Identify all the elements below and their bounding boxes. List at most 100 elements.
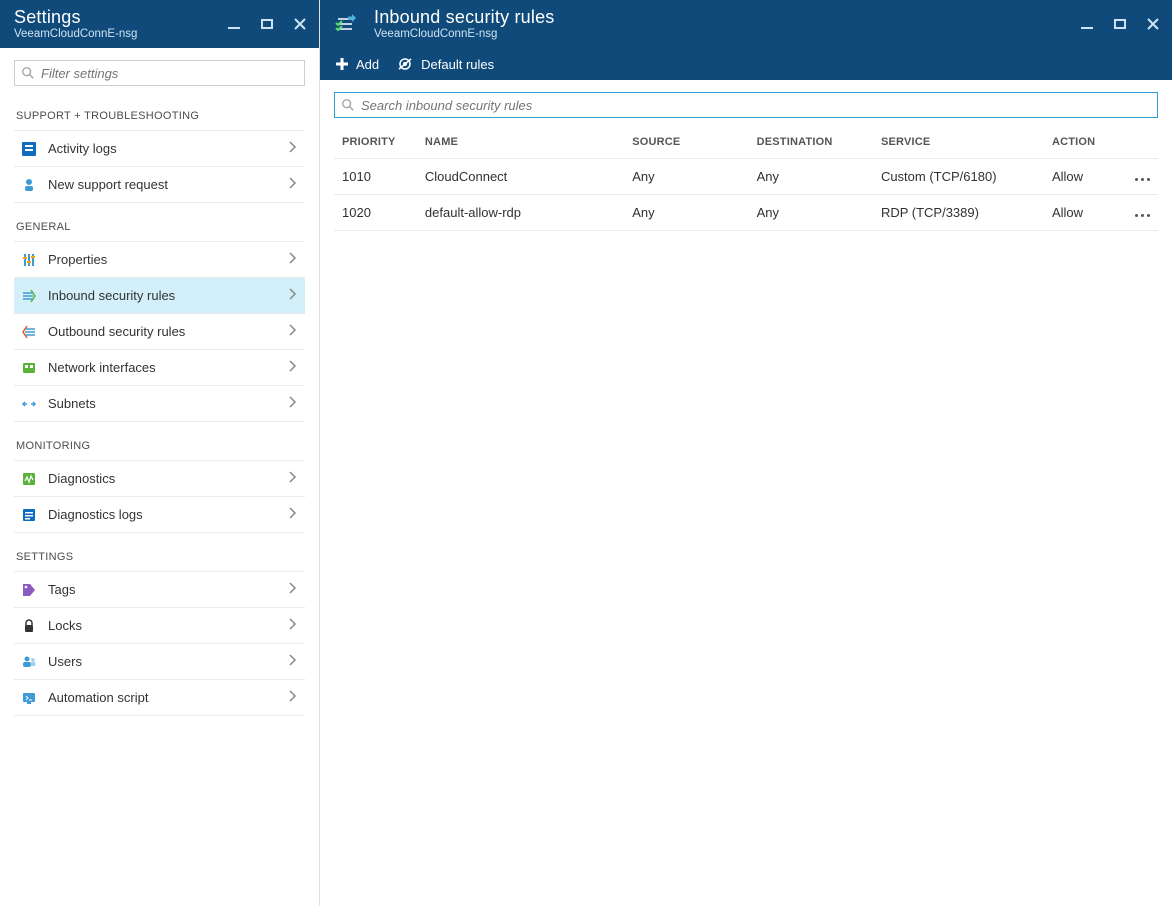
add-command[interactable]: Add xyxy=(334,56,379,72)
cell-source: Any xyxy=(624,159,748,195)
default-rules-command[interactable]: Default rules xyxy=(397,56,494,72)
default-rules-icon xyxy=(397,56,415,72)
chevron-right-icon xyxy=(289,324,297,339)
chevron-right-icon xyxy=(289,471,297,486)
chevron-right-icon xyxy=(289,690,297,705)
nav-diagnostics[interactable]: Diagnostics xyxy=(14,461,305,497)
users-icon xyxy=(20,654,38,670)
add-label: Add xyxy=(356,57,379,72)
nav-label: Outbound security rules xyxy=(48,324,279,339)
command-bar: Add Default rules xyxy=(320,48,1172,80)
nav-label: Activity logs xyxy=(48,141,279,156)
cell-priority: 1020 xyxy=(334,195,417,231)
col-destination[interactable]: DESTINATION xyxy=(749,126,873,159)
activity-logs-icon xyxy=(20,141,38,157)
nav-label: Network interfaces xyxy=(48,360,279,375)
properties-icon xyxy=(20,252,38,268)
diagnostics-icon xyxy=(20,471,38,487)
main-subtitle: VeeamCloudConnE-nsg xyxy=(374,28,1080,40)
nic-icon xyxy=(20,360,38,376)
nav-activity-logs[interactable]: Activity logs xyxy=(14,131,305,167)
maximize-icon xyxy=(261,19,273,29)
nav-tags[interactable]: Tags xyxy=(14,572,305,608)
inbound-icon xyxy=(20,288,38,304)
maximize-icon xyxy=(1114,19,1126,29)
nav-label: Tags xyxy=(48,582,279,597)
nav-properties[interactable]: Properties xyxy=(14,242,305,278)
col-action[interactable]: ACTION xyxy=(1044,126,1117,159)
nav-label: Automation script xyxy=(48,690,279,705)
plus-icon xyxy=(334,56,350,72)
nav-locks[interactable]: Locks xyxy=(14,608,305,644)
chevron-right-icon xyxy=(289,141,297,156)
chevron-right-icon xyxy=(289,618,297,633)
chevron-right-icon xyxy=(289,654,297,669)
cell-source: Any xyxy=(624,195,748,231)
section-support: SUPPORT + TROUBLESHOOTING xyxy=(0,92,319,130)
cell-service: Custom (TCP/6180) xyxy=(873,159,1044,195)
nav-label: Locks xyxy=(48,618,279,633)
minimize-button[interactable] xyxy=(227,17,241,31)
col-name[interactable]: NAME xyxy=(417,126,624,159)
section-settings: SETTINGS xyxy=(0,533,319,571)
nav-subnets[interactable]: Subnets xyxy=(14,386,305,422)
filter-settings-box[interactable] xyxy=(14,60,305,86)
table-row[interactable]: 1010 CloudConnect Any Any Custom (TCP/61… xyxy=(334,159,1158,195)
settings-title: Settings xyxy=(14,8,227,28)
nav-automation-script[interactable]: Automation script xyxy=(14,680,305,716)
search-rules-input[interactable] xyxy=(361,98,1151,113)
nav-label: New support request xyxy=(48,177,279,192)
maximize-button[interactable] xyxy=(261,19,273,29)
inbound-rules-blade-icon xyxy=(334,11,360,37)
main-title: Inbound security rules xyxy=(374,8,1080,28)
chevron-right-icon xyxy=(289,252,297,267)
cell-action: Allow xyxy=(1044,159,1117,195)
col-source[interactable]: SOURCE xyxy=(624,126,748,159)
chevron-right-icon xyxy=(289,582,297,597)
nav-label: Subnets xyxy=(48,396,279,411)
inbound-rules-panel: Inbound security rules VeeamCloudConnE-n… xyxy=(320,0,1172,906)
nav-label: Diagnostics logs xyxy=(48,507,279,522)
settings-header: Settings VeeamCloudConnE-nsg xyxy=(0,0,319,48)
rules-table: PRIORITY NAME SOURCE DESTINATION SERVICE… xyxy=(334,126,1158,231)
chevron-right-icon xyxy=(289,177,297,192)
minimize-button[interactable] xyxy=(1080,17,1094,31)
diagnostics-logs-icon xyxy=(20,507,38,523)
nav-network-interfaces[interactable]: Network interfaces xyxy=(14,350,305,386)
filter-settings-input[interactable] xyxy=(41,66,298,81)
nav-label: Inbound security rules xyxy=(48,288,279,303)
main-header: Inbound security rules VeeamCloudConnE-n… xyxy=(320,0,1172,48)
cell-name: default-allow-rdp xyxy=(417,195,624,231)
cell-destination: Any xyxy=(749,195,873,231)
nav-label: Properties xyxy=(48,252,279,267)
chevron-right-icon xyxy=(289,507,297,522)
outbound-icon xyxy=(20,324,38,340)
nav-label: Users xyxy=(48,654,279,669)
nav-outbound-rules[interactable]: Outbound security rules xyxy=(14,314,305,350)
nav-users[interactable]: Users xyxy=(14,644,305,680)
tags-icon xyxy=(20,582,38,598)
close-button[interactable] xyxy=(1146,17,1160,31)
table-header-row: PRIORITY NAME SOURCE DESTINATION SERVICE… xyxy=(334,126,1158,159)
search-rules-box[interactable] xyxy=(334,92,1158,118)
search-icon xyxy=(341,98,355,112)
col-service[interactable]: SERVICE xyxy=(873,126,1044,159)
lock-icon xyxy=(20,618,38,634)
chevron-right-icon xyxy=(289,288,297,303)
table-row[interactable]: 1020 default-allow-rdp Any Any RDP (TCP/… xyxy=(334,195,1158,231)
chevron-right-icon xyxy=(289,360,297,375)
close-button[interactable] xyxy=(293,17,307,31)
nav-label: Diagnostics xyxy=(48,471,279,486)
chevron-right-icon xyxy=(289,396,297,411)
row-context-menu[interactable] xyxy=(1125,214,1151,217)
support-icon xyxy=(20,177,38,193)
maximize-button[interactable] xyxy=(1114,19,1126,29)
cell-action: Allow xyxy=(1044,195,1117,231)
nav-diagnostics-logs[interactable]: Diagnostics logs xyxy=(14,497,305,533)
nav-inbound-rules[interactable]: Inbound security rules xyxy=(14,278,305,314)
row-context-menu[interactable] xyxy=(1125,178,1151,181)
cell-name: CloudConnect xyxy=(417,159,624,195)
search-icon xyxy=(21,66,35,80)
nav-new-support-request[interactable]: New support request xyxy=(14,167,305,203)
col-priority[interactable]: PRIORITY xyxy=(334,126,417,159)
